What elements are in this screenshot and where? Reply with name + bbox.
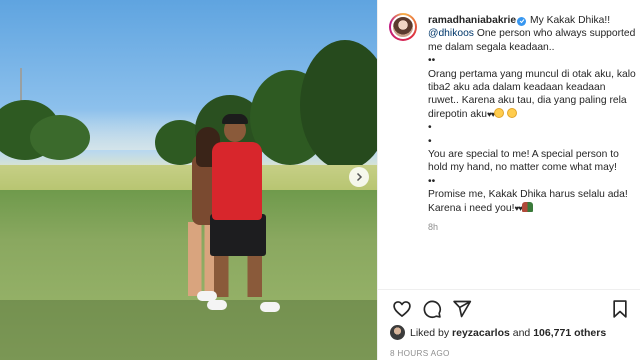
caption-line-5: You are special to me! A special person …: [428, 149, 619, 174]
post-panel: ramadhaniabakrie My Kakak Dhika!! @dhiko…: [377, 0, 640, 360]
liker-avatar[interactable]: [390, 325, 405, 340]
caption-text: Orang pertama yang muncul di otak aku, k…: [428, 68, 636, 120]
tree: [30, 115, 90, 160]
comment-bubble-icon: [423, 300, 442, 319]
post-timestamp[interactable]: 8 HOURS AGO: [390, 349, 450, 358]
author-avatar[interactable]: [389, 13, 417, 41]
shoe: [207, 300, 227, 310]
heart-outline-icon: [393, 301, 411, 317]
likes-summary: Liked by reyzacarlos and 106,771 others: [390, 325, 606, 340]
chevron-right-icon: [356, 172, 363, 182]
action-bar: [390, 297, 630, 321]
divider: [378, 289, 640, 290]
mention-link[interactable]: @dhikoos: [428, 28, 474, 39]
black-heart-emoji: ♥♥: [514, 203, 522, 213]
caption-line-2: Orang pertama yang muncul di otak aku, k…: [428, 68, 636, 122]
couple-emoji: [521, 201, 533, 212]
green: [0, 165, 377, 193]
likes-prefix: Liked by: [410, 326, 450, 339]
shoe: [260, 302, 280, 312]
post-photo[interactable]: [0, 0, 377, 360]
comment-button[interactable]: [420, 297, 444, 321]
save-button[interactable]: [608, 297, 632, 321]
likes-and: and: [512, 326, 531, 339]
caption: ramadhaniabakrie My Kakak Dhika!! @dhiko…: [428, 14, 636, 314]
caption-line-7: Promise me, Kakak Dhika harus selalu ada…: [428, 188, 636, 215]
caption-line-0: ramadhaniabakrie My Kakak Dhika!! @dhiko…: [428, 14, 636, 54]
like-button[interactable]: [390, 297, 414, 321]
relative-time[interactable]: 8h: [428, 221, 636, 234]
caption-line-4: •: [428, 135, 432, 147]
person-cap: [222, 114, 248, 124]
caption-line-3: •: [428, 122, 432, 134]
likes-count[interactable]: 106,771 others: [533, 327, 606, 339]
verified-badge-icon: [517, 16, 527, 26]
caption-line-1: ••: [428, 55, 436, 67]
caption-text: My Kakak Dhika!!: [527, 15, 611, 26]
smiling-face-emoji: [507, 107, 518, 118]
person-shirt: [212, 142, 262, 220]
person-shorts: [210, 214, 266, 256]
black-heart-emoji: ♥♥: [486, 109, 495, 119]
paper-plane-icon: [453, 300, 472, 318]
next-photo-button[interactable]: [349, 167, 369, 187]
bookmark-icon: [613, 300, 627, 318]
author-username[interactable]: ramadhaniabakrie: [428, 15, 516, 26]
person-legs: [214, 255, 262, 297]
liker-username[interactable]: reyzacarlos: [452, 327, 510, 339]
shadow: [0, 300, 377, 360]
caption-line-6: ••: [428, 175, 436, 187]
share-button[interactable]: [450, 297, 474, 321]
smiling-face-emoji: [494, 107, 505, 118]
